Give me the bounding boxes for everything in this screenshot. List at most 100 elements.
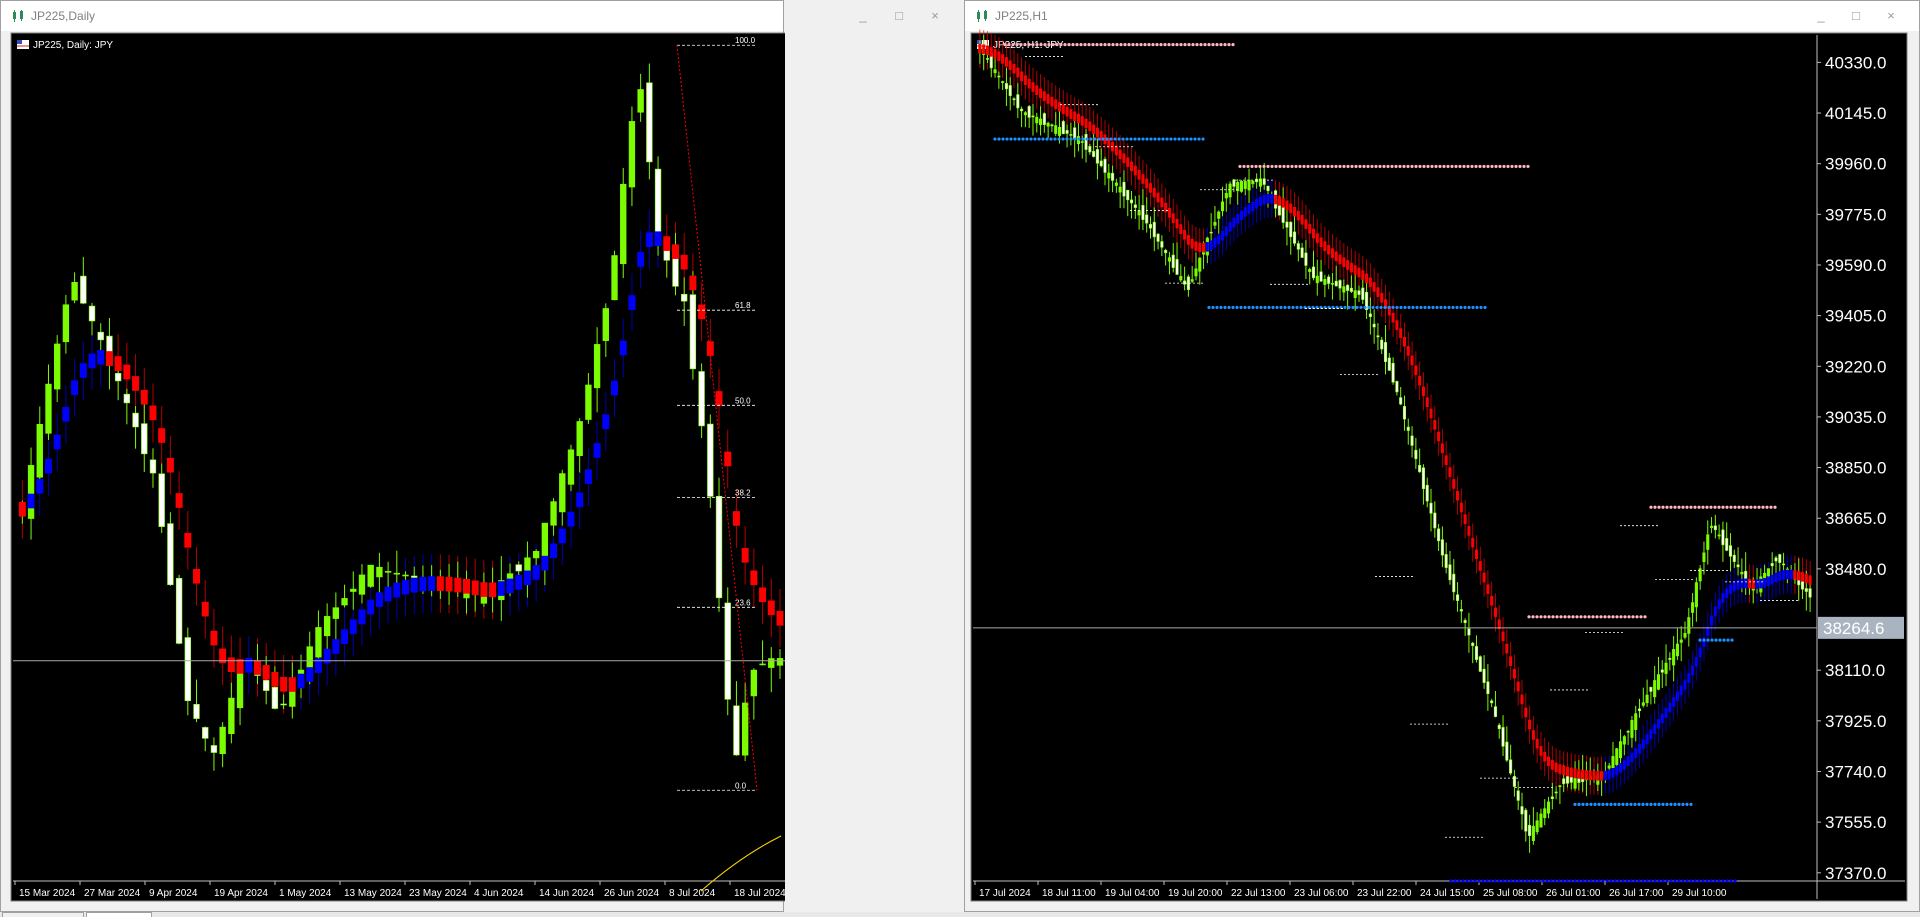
x-tick-label: 19 Jul 04:00 bbox=[1105, 888, 1160, 899]
x-tick-label: 17 Jul 2024 bbox=[979, 888, 1031, 899]
indicator-band-body bbox=[1311, 228, 1316, 239]
support-dot bbox=[1283, 305, 1287, 310]
indicator-band-body bbox=[1300, 214, 1304, 225]
maximize-button[interactable]: □ bbox=[888, 7, 910, 25]
indicator-band-body bbox=[1516, 681, 1520, 692]
indicator-band-body bbox=[1528, 719, 1532, 730]
indicator-band-body bbox=[1425, 397, 1429, 408]
resistance-dot bbox=[1298, 164, 1302, 169]
candle-body bbox=[1429, 502, 1433, 514]
resistance-dot bbox=[1418, 164, 1422, 169]
x-tick-label: 27 Mar 2024 bbox=[84, 888, 141, 899]
candle-body bbox=[1668, 657, 1672, 660]
resistance-dot bbox=[1019, 42, 1023, 47]
resistance-dot bbox=[1326, 164, 1330, 169]
h1-price-chart[interactable]: JP225, H1: JPY40330.040145.039960.039775… bbox=[965, 1, 1920, 913]
support-dot bbox=[1702, 638, 1706, 642]
indicator-band-body bbox=[480, 582, 488, 597]
indicator-band-body bbox=[1054, 99, 1058, 110]
resistance-dot bbox=[1713, 505, 1717, 509]
x-tick-label: 19 Jul 20:00 bbox=[1168, 888, 1223, 899]
indicator-band-body bbox=[1039, 88, 1043, 99]
candle-body bbox=[1099, 160, 1103, 167]
y-tick-label: 37370.0 bbox=[1825, 864, 1886, 883]
resistance-dot bbox=[1386, 164, 1390, 169]
candle-body bbox=[123, 393, 131, 404]
resistance-dot bbox=[1350, 164, 1354, 169]
support-dot bbox=[1609, 802, 1613, 806]
indicator-band-body bbox=[1012, 63, 1016, 74]
resistance-dot bbox=[1290, 164, 1294, 169]
support-dot bbox=[1465, 879, 1469, 883]
candle-body bbox=[1281, 206, 1285, 223]
indicator-band-body bbox=[262, 665, 270, 680]
indicator-band-body bbox=[1512, 668, 1516, 679]
indicator-band-body bbox=[1520, 694, 1524, 705]
indicator-band-body bbox=[1717, 599, 1721, 609]
candle-body bbox=[1433, 512, 1437, 529]
indicator-band-body bbox=[1474, 549, 1479, 560]
support-dot bbox=[1685, 802, 1689, 806]
support-dot bbox=[1645, 879, 1649, 883]
indicator-band-body bbox=[410, 577, 418, 593]
daily-price-chart[interactable]: JP225, Daily: JPY42435.042090.041745.041… bbox=[1, 1, 785, 913]
indicator-band-body bbox=[1759, 578, 1763, 589]
indicator-band-body bbox=[1190, 238, 1194, 249]
indicator-band-body bbox=[1793, 570, 1797, 580]
support-dot bbox=[1449, 879, 1453, 883]
indicator-band-body bbox=[1524, 707, 1528, 718]
candle-body bbox=[1092, 151, 1096, 157]
candle-body bbox=[1717, 534, 1721, 537]
resistance-dot bbox=[1011, 42, 1015, 47]
candle-body bbox=[36, 424, 43, 478]
support-dot bbox=[1645, 802, 1649, 806]
candle-body bbox=[1247, 179, 1251, 191]
support-dot bbox=[1613, 879, 1617, 883]
close-button[interactable]: × bbox=[924, 7, 946, 25]
y-tick-label: 38110.0 bbox=[1825, 661, 1885, 680]
daily-chart-window[interactable]: JP225,Daily _ □ × JP225, Daily: JPY42435… bbox=[0, 0, 939, 913]
indicator-band-body bbox=[1645, 734, 1649, 744]
resistance-dot bbox=[1358, 164, 1362, 169]
indicator-band-body bbox=[166, 457, 174, 473]
support-dot bbox=[1029, 137, 1033, 141]
support-dot bbox=[1117, 137, 1121, 141]
chart-tab[interactable] bbox=[2, 912, 84, 917]
support-dot bbox=[1521, 879, 1525, 883]
indicator-band-body bbox=[1274, 194, 1278, 205]
support-dot bbox=[1725, 879, 1729, 883]
support-dot bbox=[1713, 879, 1717, 883]
minimize-button[interactable]: _ bbox=[852, 7, 874, 25]
candle-body bbox=[1672, 649, 1676, 666]
resistance-dot bbox=[1099, 42, 1103, 47]
candle-body bbox=[1080, 141, 1084, 143]
support-dot bbox=[1629, 879, 1633, 883]
candle-body bbox=[1619, 741, 1623, 759]
resistance-dot bbox=[1382, 164, 1386, 169]
candle-body bbox=[1694, 582, 1698, 608]
resistance-dot bbox=[1003, 42, 1007, 47]
indicator-band-body bbox=[1266, 194, 1270, 204]
candle-body bbox=[1167, 257, 1171, 262]
candle-body bbox=[315, 627, 322, 658]
candle-body bbox=[1550, 796, 1554, 800]
h1-chart-window[interactable]: JP225,H1 _ □ × JP225, H1: JPY40330.04014… bbox=[964, 0, 1920, 912]
resistance-dot bbox=[1103, 42, 1107, 47]
candle-body bbox=[1660, 669, 1664, 673]
y-tick-label: 39220.0 bbox=[1825, 357, 1886, 376]
support-dot bbox=[1275, 305, 1279, 310]
candle-body bbox=[1156, 233, 1160, 242]
indicator-band-body bbox=[1482, 572, 1486, 583]
indicator-band-body bbox=[1148, 183, 1153, 193]
candle-body bbox=[1687, 617, 1691, 634]
candle-body bbox=[1296, 243, 1300, 250]
chart-symbol-label: JP225, Daily: JPY bbox=[33, 40, 113, 51]
support-dot bbox=[1279, 305, 1283, 310]
resistance-dot bbox=[1685, 505, 1689, 509]
chart-tab[interactable] bbox=[86, 912, 152, 917]
support-dot bbox=[1681, 879, 1685, 883]
indicator-band-body bbox=[36, 478, 44, 494]
candle-body bbox=[1183, 280, 1187, 285]
resistance-dot bbox=[1087, 42, 1091, 47]
resistance-dot bbox=[1623, 615, 1627, 619]
